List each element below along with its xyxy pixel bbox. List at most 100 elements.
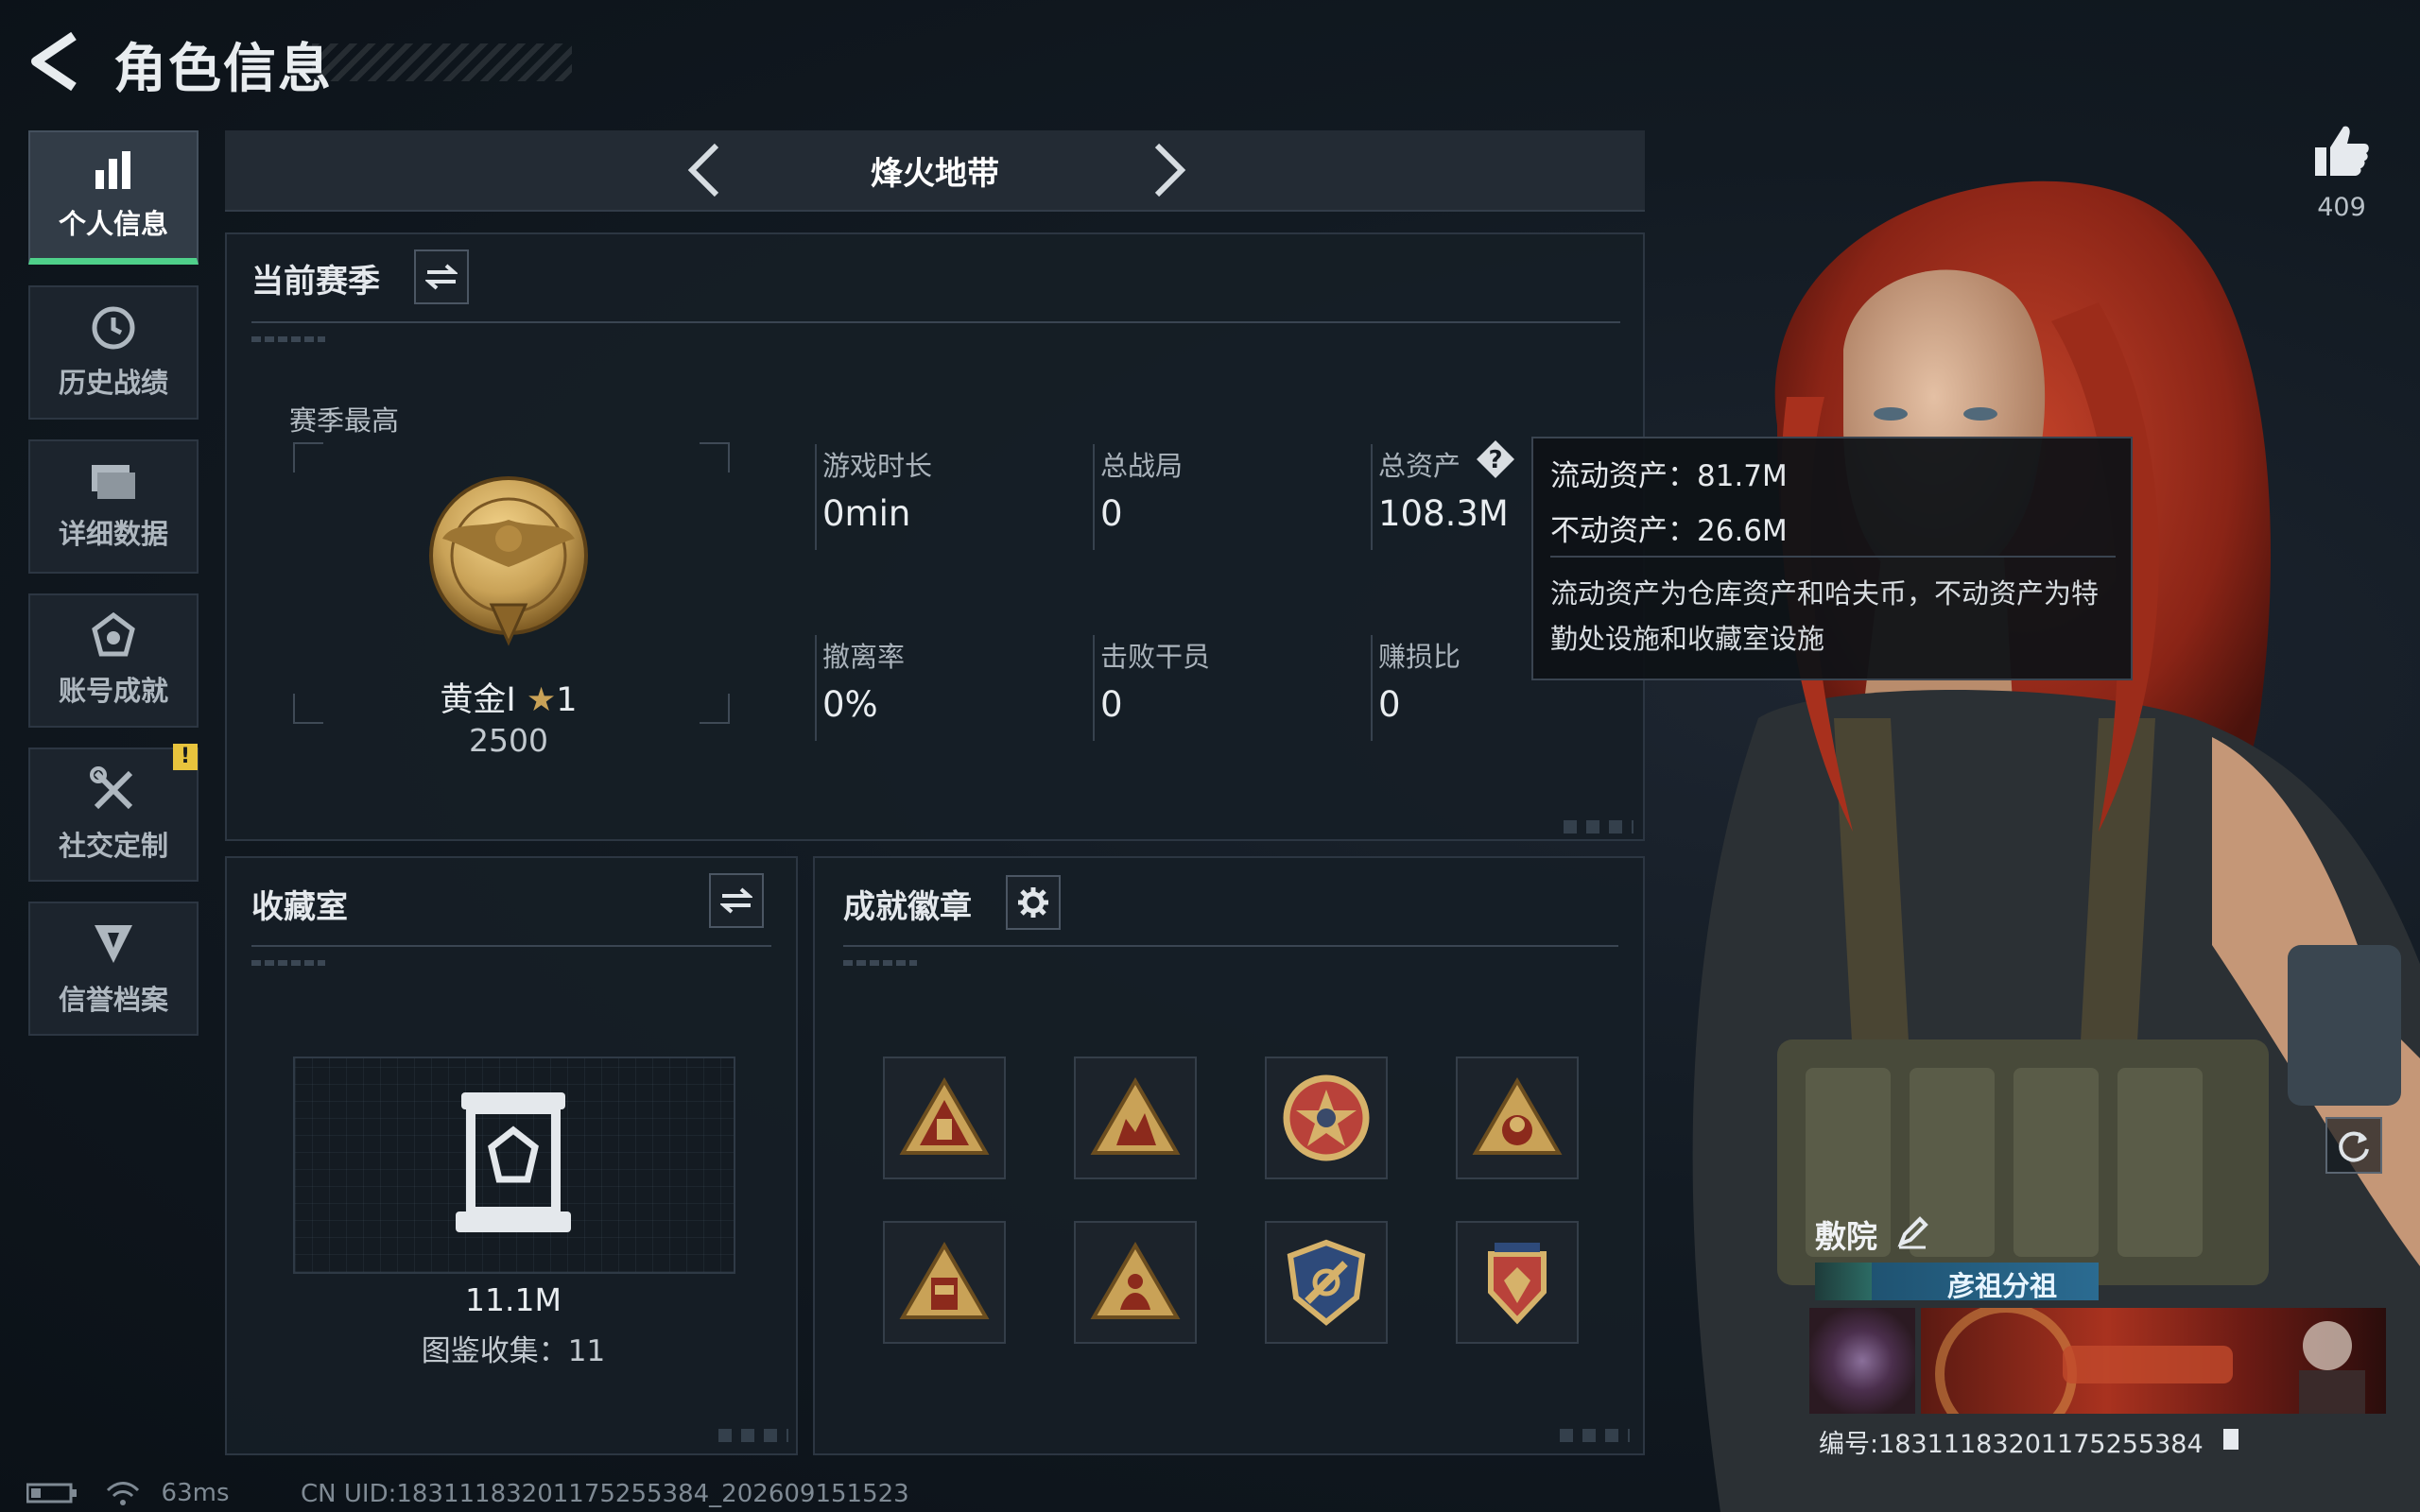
refresh-icon: [2339, 1131, 2369, 1162]
decoration: [843, 960, 917, 966]
stat-value-profit-ratio: 0: [1378, 684, 1401, 725]
collection-switch-button[interactable]: [709, 873, 764, 928]
notification-badge: !: [173, 744, 198, 770]
triangle-badge-icon[interactable]: [883, 1221, 1006, 1344]
panel-title: 成就徽章: [843, 888, 972, 926]
nav-item-achievements[interactable]: 账号成就: [28, 593, 199, 728]
cn-uid: CN UID:18311183201175255384_202609151523: [301, 1480, 909, 1508]
badge-settings-button[interactable]: [1006, 875, 1061, 930]
nav-label: 个人信息: [58, 207, 168, 240]
triangle-badge-icon[interactable]: [883, 1057, 1006, 1179]
nav-label: 账号成就: [58, 675, 168, 707]
stat-divider: [1093, 635, 1095, 741]
nav-item-detailed-data[interactable]: 详细数据: [28, 439, 199, 574]
collection-preview[interactable]: [293, 1057, 735, 1274]
mode-switcher: 烽火地带: [225, 130, 1645, 212]
name-card-banner: [1921, 1308, 2386, 1414]
triangle-badge-icon[interactable]: [1074, 1057, 1197, 1179]
current-season-panel: 当前赛季 赛季最高 黄金I ★1 2500 游戏时长 0min 总战局 0 总资…: [225, 232, 1645, 841]
battery-icon: [26, 1483, 77, 1503]
assets-help-button[interactable]: ?: [1475, 438, 1516, 480]
decoration: [251, 336, 325, 342]
stat-label-assets: 总资产: [1378, 450, 1461, 482]
rank-points: 2500: [469, 722, 548, 759]
stat-value-extract-rate: 0%: [822, 684, 878, 725]
stat-divider: [815, 444, 817, 550]
stat-label-matches: 总战局: [1100, 450, 1184, 482]
like-area: 409: [2299, 121, 2384, 222]
stat-label-profit-ratio: 赚损比: [1378, 641, 1461, 673]
rank-label: 黄金I ★1: [388, 673, 630, 721]
stat-label-playtime: 游戏时长: [822, 450, 933, 482]
stat-label-extract-rate: 撤离率: [822, 641, 906, 673]
decoration: [1560, 1429, 1630, 1442]
collection-count: 图鉴收集：11: [421, 1334, 606, 1368]
copy-icon[interactable]: [2220, 1427, 2242, 1453]
shield-badge-icon[interactable]: [1265, 1221, 1388, 1344]
nav-label: 历史战绩: [58, 367, 168, 399]
stat-value-assets: 108.3M: [1378, 493, 1509, 534]
rotate-model-button[interactable]: [2325, 1117, 2382, 1174]
nav-label: 社交定制: [58, 830, 168, 862]
tools-icon: [90, 766, 133, 810]
crest-badge-icon[interactable]: [1456, 1221, 1579, 1344]
stat-value-kills: 0: [1100, 684, 1123, 725]
triangle-badge-icon[interactable]: [1456, 1057, 1579, 1179]
card-emblem: [1809, 1308, 1915, 1414]
card-player-id: 编号:18311183201175255384: [1819, 1430, 2204, 1459]
mode-title: 烽火地带: [871, 155, 999, 193]
nav-item-history[interactable]: 历史战绩: [28, 285, 199, 420]
stat-divider: [815, 635, 817, 741]
display-case-icon: [456, 1092, 571, 1232]
divider: [251, 321, 1620, 323]
player-nickname: 敷院: [1815, 1218, 1877, 1255]
divider: [1550, 556, 2116, 558]
next-mode-arrow-icon[interactable]: [1140, 140, 1197, 200]
frame-corner: [700, 442, 730, 472]
triangle-badge-icon[interactable]: [1074, 1221, 1197, 1344]
swap-icon: [425, 264, 458, 290]
decoration: [251, 960, 325, 966]
like-count: 409: [2317, 193, 2366, 222]
divider: [843, 945, 1618, 947]
decoration: [1564, 820, 1634, 833]
decoration: [718, 1429, 788, 1442]
frame-corner: [293, 442, 323, 472]
edit-pencil-icon[interactable]: [1893, 1213, 1931, 1251]
season-best-label: 赛季最高: [289, 404, 400, 437]
round-star-badge-icon[interactable]: [1265, 1057, 1388, 1179]
title-decoration: [312, 43, 572, 81]
panel-title: 当前赛季: [251, 263, 380, 301]
thumbs-up-icon[interactable]: [2311, 121, 2372, 181]
wifi-icon: [107, 1481, 140, 1505]
name-card-art: [1935, 1308, 2365, 1414]
frame-corner: [700, 694, 730, 724]
nav-label: 信誉档案: [58, 984, 168, 1016]
nav-item-credit-record[interactable]: 信誉档案: [28, 902, 199, 1036]
clock-history-icon: [92, 306, 135, 350]
stat-divider: [1371, 444, 1373, 550]
bar-chart-icon: [95, 150, 130, 189]
question-icon: ?: [1477, 440, 1514, 478]
rank-name: 黄金I: [440, 681, 516, 719]
stat-value-matches: 0: [1100, 493, 1123, 534]
tooltip-liquid-assets: 流动资产：81.7M: [1550, 459, 1788, 493]
assets-tooltip: 流动资产：81.7M 不动资产：26.6M 流动资产为仓库资产和哈夫币，不动资产…: [1531, 437, 2133, 680]
frame-corner: [293, 694, 323, 724]
back-arrow-icon[interactable]: [26, 28, 83, 94]
collection-value: 11.1M: [465, 1281, 562, 1318]
svg-text:?: ?: [1488, 446, 1502, 474]
rank-stars: 1: [556, 681, 578, 719]
tooltip-fixed-assets: 不动资产：26.6M: [1550, 514, 1788, 548]
nav-label: 详细数据: [58, 518, 168, 550]
star-icon: ★: [526, 681, 557, 719]
player-title: 彦祖分祖: [1947, 1270, 2058, 1302]
nav-item-personal-info[interactable]: 个人信息: [28, 130, 199, 265]
season-switch-button[interactable]: [414, 249, 469, 304]
collection-panel: 收藏室 11.1M 图鉴收集：11: [225, 856, 798, 1455]
gear-icon: [1018, 887, 1048, 918]
achievement-badges-panel: 成就徽章: [813, 856, 1645, 1455]
folders-icon: [92, 465, 135, 499]
swap-icon: [720, 887, 752, 914]
stat-label-kills: 击败干员: [1100, 641, 1211, 673]
